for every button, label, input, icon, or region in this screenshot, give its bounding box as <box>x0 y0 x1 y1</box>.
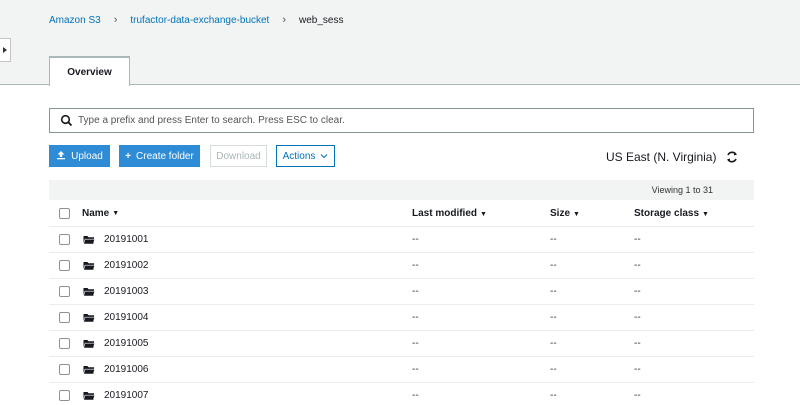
folder-link[interactable]: 20191006 <box>104 364 149 375</box>
breadcrumb-amazon-s3[interactable]: Amazon S3 <box>49 15 101 26</box>
breadcrumb-separator: › <box>282 14 287 26</box>
breadcrumb-bucket[interactable]: trufactor-data-exchange-bucket <box>130 15 269 26</box>
row-last-modified: -- <box>412 260 419 271</box>
row-checkbox[interactable] <box>59 234 70 245</box>
folder-icon <box>83 261 96 271</box>
row-name-cell: 20191005 <box>82 338 412 349</box>
row-checkbox[interactable] <box>59 312 70 323</box>
download-button[interactable]: Download <box>210 145 267 167</box>
plus-icon: + <box>125 150 132 162</box>
row-size: -- <box>550 260 557 271</box>
row-storage-class: -- <box>634 312 641 323</box>
actions-dropdown[interactable]: Actions <box>276 145 335 167</box>
objects-table: Name ▼ Last modified ▼ Size ▼ Storage class… <box>49 200 754 405</box>
row-name-cell: 20191003 <box>82 286 412 297</box>
table-row[interactable]: 20191002 -- -- -- <box>49 253 754 279</box>
folder-link[interactable]: 20191001 <box>104 234 149 245</box>
column-last-modified[interactable]: Last modified ▼ <box>412 208 550 219</box>
breadcrumb-separator: › <box>113 14 118 26</box>
folder-icon <box>83 339 96 349</box>
folder-icon <box>83 365 96 375</box>
actions-label: Actions <box>282 150 316 162</box>
caret-right-icon <box>3 47 7 53</box>
folder-link[interactable]: 20191002 <box>104 260 149 271</box>
table-header: Name ▼ Last modified ▼ Size ▼ Storage class… <box>49 200 754 227</box>
row-storage-class: -- <box>634 390 641 401</box>
column-size[interactable]: Size ▼ <box>550 208 634 219</box>
table-row[interactable]: 20191007 -- -- -- <box>49 383 754 405</box>
folder-icon <box>83 391 96 401</box>
sort-caret-icon: ▼ <box>112 209 120 217</box>
row-size: -- <box>550 390 557 401</box>
table-row[interactable]: 20191005 -- -- -- <box>49 331 754 357</box>
folder-icon <box>83 235 96 245</box>
table-body: 20191001 -- -- -- 20191002 -- -- -- 20191003 -- --… <box>49 227 754 405</box>
viewing-count: Viewing 1 to 31 <box>49 180 754 200</box>
folder-link[interactable]: 20191004 <box>104 312 149 323</box>
row-storage-class: -- <box>634 338 641 349</box>
row-checkbox[interactable] <box>59 364 70 375</box>
column-size-label: Size <box>550 207 571 219</box>
sort-caret-icon: ▼ <box>573 210 580 218</box>
table-row[interactable]: 20191004 -- -- -- <box>49 305 754 331</box>
row-size: -- <box>550 234 557 245</box>
search-input[interactable] <box>78 115 678 126</box>
row-name-cell: 20191004 <box>82 312 412 323</box>
search-bar <box>49 108 754 133</box>
folder-icon <box>83 287 96 297</box>
sort-caret-icon: ▼ <box>702 210 709 218</box>
refresh-icon[interactable] <box>724 149 740 165</box>
row-storage-class: -- <box>634 286 641 297</box>
breadcrumb: Amazon S3 › trufactor-data-exchange-buck… <box>49 14 343 26</box>
select-all-checkbox[interactable] <box>59 207 70 219</box>
table-row[interactable]: 20191003 -- -- -- <box>49 279 754 305</box>
row-last-modified: -- <box>412 312 419 323</box>
folder-icon <box>83 313 96 323</box>
upload-label: Upload <box>71 150 103 162</box>
region-label: US East (N. Virginia) <box>606 150 717 164</box>
column-storage-class[interactable]: Storage class ▼ <box>634 208 754 219</box>
row-size: -- <box>550 338 557 349</box>
row-size: -- <box>550 312 557 323</box>
upload-button[interactable]: Upload <box>49 145 110 167</box>
row-name-cell: 20191001 <box>82 234 412 245</box>
chevron-down-icon <box>320 152 328 161</box>
column-last-modified-label: Last modified <box>412 207 478 219</box>
row-last-modified: -- <box>412 338 419 349</box>
row-checkbox[interactable] <box>59 286 70 297</box>
column-name[interactable]: Name ▼ <box>82 208 412 219</box>
row-name-cell: 20191006 <box>82 364 412 375</box>
row-storage-class: -- <box>634 364 641 375</box>
row-checkbox[interactable] <box>59 260 70 271</box>
row-checkbox[interactable] <box>59 390 70 401</box>
row-storage-class: -- <box>634 260 641 271</box>
tab-overview[interactable]: Overview <box>49 56 130 86</box>
row-size: -- <box>550 286 557 297</box>
sidebar-expand-button[interactable] <box>0 38 11 62</box>
breadcrumb-current: web_sess <box>299 14 344 26</box>
row-name-cell: 20191007 <box>82 390 412 401</box>
folder-link[interactable]: 20191003 <box>104 286 149 297</box>
folder-link[interactable]: 20191007 <box>104 390 149 401</box>
folder-link[interactable]: 20191005 <box>104 338 149 349</box>
table-row[interactable]: 20191001 -- -- -- <box>49 227 754 253</box>
row-last-modified: -- <box>412 390 419 401</box>
upload-icon <box>56 150 66 163</box>
row-size: -- <box>550 364 557 375</box>
row-last-modified: -- <box>412 364 419 375</box>
column-storage-class-label: Storage class <box>634 207 700 219</box>
row-last-modified: -- <box>412 286 419 297</box>
search-icon <box>60 114 74 128</box>
create-folder-button[interactable]: + Create folder <box>119 145 200 167</box>
sort-caret-icon: ▼ <box>480 210 487 218</box>
create-folder-label: Create folder <box>136 150 194 162</box>
column-name-label: Name <box>82 207 110 219</box>
row-name-cell: 20191002 <box>82 260 412 271</box>
row-checkbox[interactable] <box>59 338 70 349</box>
table-row[interactable]: 20191006 -- -- -- <box>49 357 754 383</box>
row-storage-class: -- <box>634 234 641 245</box>
row-last-modified: -- <box>412 234 419 245</box>
